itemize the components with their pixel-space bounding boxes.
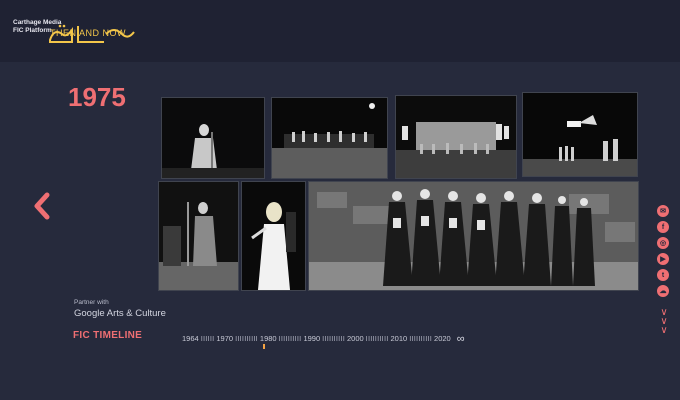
- twitter-icon[interactable]: t: [657, 269, 669, 281]
- photo-theater-stage[interactable]: [395, 95, 517, 179]
- timeline-year[interactable]: 1990: [303, 334, 320, 343]
- photo-female-singer[interactable]: [241, 181, 306, 291]
- timeline-title: FIC TIMELINE: [73, 330, 143, 341]
- soundcloud-icon[interactable]: ☁: [657, 285, 669, 297]
- timeline: 1964 IIIIII 1970 IIIIIIIIII 1980 IIIIIIIIII 19…: [182, 333, 465, 345]
- timeline-ticks[interactable]: IIIIIIIIII: [366, 334, 389, 343]
- instagram-icon[interactable]: ◎: [657, 237, 669, 249]
- facebook-icon[interactable]: f: [657, 221, 669, 233]
- timeline-ticks[interactable]: IIIIII: [201, 334, 215, 343]
- timeline-year[interactable]: 2000: [347, 334, 364, 343]
- timeline-ticks[interactable]: IIIIIIIIII: [279, 334, 302, 343]
- partner-label: Partner with: [74, 299, 109, 306]
- chevron-left-icon[interactable]: [30, 192, 54, 220]
- timeline-year[interactable]: 2010: [391, 334, 408, 343]
- timeline-year[interactable]: 1980: [260, 334, 277, 343]
- timeline-current-marker: [263, 344, 265, 349]
- photo-folk-dancers[interactable]: [308, 181, 639, 291]
- photo-singer-stage[interactable]: [161, 97, 265, 179]
- timeline-year[interactable]: 1964: [182, 334, 199, 343]
- email-icon[interactable]: ✉: [657, 205, 669, 217]
- logo-text: THEN AND NOW: [50, 28, 127, 38]
- infinity-icon[interactable]: ∞: [457, 333, 465, 345]
- timeline-year[interactable]: 2020: [434, 334, 451, 343]
- chevron-down-icon[interactable]: ∨ ∨ ∨: [658, 308, 670, 336]
- photo-flag-performance[interactable]: [522, 92, 638, 177]
- photo-orchestra-stage[interactable]: [271, 97, 388, 179]
- photo-guitarist-mic[interactable]: [158, 181, 239, 291]
- top-bar: Carthage Media FIC Platform THEN AND NOW: [0, 0, 680, 62]
- timeline-year[interactable]: 1970: [216, 334, 233, 343]
- year-title: 1975: [68, 82, 126, 112]
- timeline-ticks[interactable]: IIIIIIIIII: [322, 334, 345, 343]
- partner-google-arts-culture[interactable]: Google Arts & Culture: [74, 308, 166, 319]
- social-links: ✉ f ◎ ▶ t ☁: [657, 205, 671, 301]
- timeline-ticks[interactable]: IIIIIIIIII: [409, 334, 432, 343]
- youtube-icon[interactable]: ▶: [657, 253, 669, 265]
- timeline-ticks[interactable]: IIIIIIIIII: [235, 334, 258, 343]
